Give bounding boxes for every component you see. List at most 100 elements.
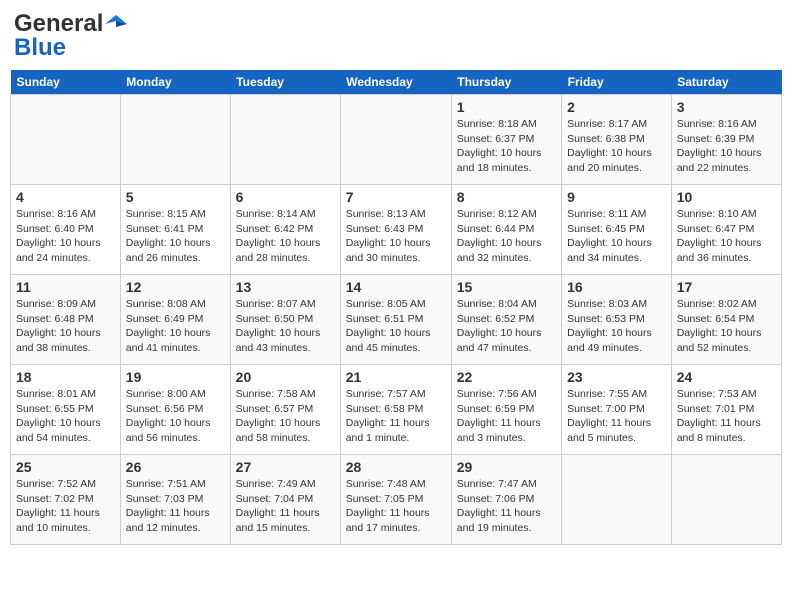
calendar-cell (230, 95, 340, 185)
day-number: 24 (677, 369, 776, 385)
day-info: Sunrise: 7:53 AM Sunset: 7:01 PM Dayligh… (677, 387, 776, 446)
column-header-thursday: Thursday (451, 70, 561, 95)
day-number: 21 (346, 369, 446, 385)
day-number: 2 (567, 99, 666, 115)
day-info: Sunrise: 8:18 AM Sunset: 6:37 PM Dayligh… (457, 117, 556, 176)
day-number: 8 (457, 189, 556, 205)
day-number: 14 (346, 279, 446, 295)
calendar-cell: 2 Sunrise: 8:17 AM Sunset: 6:38 PM Daylig… (562, 95, 672, 185)
day-info: Sunrise: 7:51 AM Sunset: 7:03 PM Dayligh… (126, 477, 225, 536)
day-number: 10 (677, 189, 776, 205)
day-number: 25 (16, 459, 115, 475)
column-header-sunday: Sunday (11, 70, 121, 95)
day-info: Sunrise: 8:15 AM Sunset: 6:41 PM Dayligh… (126, 207, 225, 266)
calendar-week-row: 25 Sunrise: 7:52 AM Sunset: 7:02 PM Dayli… (11, 455, 782, 545)
day-number: 7 (346, 189, 446, 205)
day-info: Sunrise: 8:11 AM Sunset: 6:45 PM Dayligh… (567, 207, 666, 266)
calendar-cell: 8 Sunrise: 8:12 AM Sunset: 6:44 PM Daylig… (451, 185, 561, 275)
calendar-week-row: 18 Sunrise: 8:01 AM Sunset: 6:55 PM Dayli… (11, 365, 782, 455)
logo-blue: Blue (14, 34, 66, 62)
day-number: 19 (126, 369, 225, 385)
day-info: Sunrise: 8:01 AM Sunset: 6:55 PM Dayligh… (16, 387, 115, 446)
calendar-cell: 6 Sunrise: 8:14 AM Sunset: 6:42 PM Daylig… (230, 185, 340, 275)
day-info: Sunrise: 8:04 AM Sunset: 6:52 PM Dayligh… (457, 297, 556, 356)
calendar-cell: 26 Sunrise: 7:51 AM Sunset: 7:03 PM Dayli… (120, 455, 230, 545)
day-number: 11 (16, 279, 115, 295)
calendar-week-row: 11 Sunrise: 8:09 AM Sunset: 6:48 PM Dayli… (11, 275, 782, 365)
calendar-week-row: 1 Sunrise: 8:18 AM Sunset: 6:37 PM Daylig… (11, 95, 782, 185)
day-number: 12 (126, 279, 225, 295)
day-info: Sunrise: 8:16 AM Sunset: 6:39 PM Dayligh… (677, 117, 776, 176)
calendar-cell: 10Sunrise: 8:10 AM Sunset: 6:47 PM Dayli… (671, 185, 781, 275)
day-number: 5 (126, 189, 225, 205)
day-number: 22 (457, 369, 556, 385)
page-header: General Blue (10, 10, 782, 62)
calendar-cell: 21 Sunrise: 7:57 AM Sunset: 6:58 PM Dayli… (340, 365, 451, 455)
day-number: 26 (126, 459, 225, 475)
calendar-cell: 16 Sunrise: 8:03 AM Sunset: 6:53 PM Dayli… (562, 275, 672, 365)
column-header-friday: Friday (562, 70, 672, 95)
day-number: 29 (457, 459, 556, 475)
day-info: Sunrise: 8:12 AM Sunset: 6:44 PM Dayligh… (457, 207, 556, 266)
calendar-cell: 14 Sunrise: 8:05 AM Sunset: 6:51 PM Dayli… (340, 275, 451, 365)
day-number: 27 (236, 459, 335, 475)
day-info: Sunrise: 8:07 AM Sunset: 6:50 PM Dayligh… (236, 297, 335, 356)
calendar-cell (340, 95, 451, 185)
logo: General Blue (14, 10, 127, 62)
day-info: Sunrise: 7:56 AM Sunset: 6:59 PM Dayligh… (457, 387, 556, 446)
day-number: 23 (567, 369, 666, 385)
column-header-saturday: Saturday (671, 70, 781, 95)
day-info: Sunrise: 7:48 AM Sunset: 7:05 PM Dayligh… (346, 477, 446, 536)
calendar-cell (671, 455, 781, 545)
day-info: Sunrise: 8:05 AM Sunset: 6:51 PM Dayligh… (346, 297, 446, 356)
day-number: 18 (16, 369, 115, 385)
day-info: Sunrise: 8:03 AM Sunset: 6:53 PM Dayligh… (567, 297, 666, 356)
column-header-monday: Monday (120, 70, 230, 95)
calendar-cell: 25 Sunrise: 7:52 AM Sunset: 7:02 PM Dayli… (11, 455, 121, 545)
logo-bird-icon (105, 13, 127, 35)
calendar-cell: 23Sunrise: 7:55 AM Sunset: 7:00 PM Dayli… (562, 365, 672, 455)
day-info: Sunrise: 7:57 AM Sunset: 6:58 PM Dayligh… (346, 387, 446, 446)
day-info: Sunrise: 8:14 AM Sunset: 6:42 PM Dayligh… (236, 207, 335, 266)
day-info: Sunrise: 7:52 AM Sunset: 7:02 PM Dayligh… (16, 477, 115, 536)
calendar-cell: 9 Sunrise: 8:11 AM Sunset: 6:45 PM Daylig… (562, 185, 672, 275)
day-info: Sunrise: 8:17 AM Sunset: 6:38 PM Dayligh… (567, 117, 666, 176)
day-number: 9 (567, 189, 666, 205)
day-info: Sunrise: 7:58 AM Sunset: 6:57 PM Dayligh… (236, 387, 335, 446)
day-number: 20 (236, 369, 335, 385)
calendar-cell: 17 Sunrise: 8:02 AM Sunset: 6:54 PM Dayli… (671, 275, 781, 365)
calendar-cell: 29 Sunrise: 7:47 AM Sunset: 7:06 PM Dayli… (451, 455, 561, 545)
calendar-cell (562, 455, 672, 545)
calendar-cell (11, 95, 121, 185)
calendar-cell: 19 Sunrise: 8:00 AM Sunset: 6:56 PM Dayli… (120, 365, 230, 455)
day-info: Sunrise: 8:00 AM Sunset: 6:56 PM Dayligh… (126, 387, 225, 446)
day-info: Sunrise: 8:09 AM Sunset: 6:48 PM Dayligh… (16, 297, 115, 356)
day-number: 1 (457, 99, 556, 115)
calendar-cell: 20 Sunrise: 7:58 AM Sunset: 6:57 PM Dayli… (230, 365, 340, 455)
calendar-cell: 1 Sunrise: 8:18 AM Sunset: 6:37 PM Daylig… (451, 95, 561, 185)
calendar-cell: 28Sunrise: 7:48 AM Sunset: 7:05 PM Dayli… (340, 455, 451, 545)
calendar-cell: 12 Sunrise: 8:08 AM Sunset: 6:49 PM Dayli… (120, 275, 230, 365)
day-number: 13 (236, 279, 335, 295)
day-number: 4 (16, 189, 115, 205)
calendar-cell: 22 Sunrise: 7:56 AM Sunset: 6:59 PM Dayli… (451, 365, 561, 455)
day-number: 3 (677, 99, 776, 115)
calendar-cell: 15Sunrise: 8:04 AM Sunset: 6:52 PM Dayli… (451, 275, 561, 365)
day-info: Sunrise: 8:13 AM Sunset: 6:43 PM Dayligh… (346, 207, 446, 266)
day-info: Sunrise: 7:47 AM Sunset: 7:06 PM Dayligh… (457, 477, 556, 536)
calendar-cell: 5 Sunrise: 8:15 AM Sunset: 6:41 PM Daylig… (120, 185, 230, 275)
day-info: Sunrise: 8:08 AM Sunset: 6:49 PM Dayligh… (126, 297, 225, 356)
column-header-wednesday: Wednesday (340, 70, 451, 95)
calendar-cell: 18 Sunrise: 8:01 AM Sunset: 6:55 PM Dayli… (11, 365, 121, 455)
calendar-week-row: 4Sunrise: 8:16 AM Sunset: 6:40 PM Daylig… (11, 185, 782, 275)
calendar-cell: 24 Sunrise: 7:53 AM Sunset: 7:01 PM Dayli… (671, 365, 781, 455)
calendar-cell: 13 Sunrise: 8:07 AM Sunset: 6:50 PM Dayli… (230, 275, 340, 365)
day-info: Sunrise: 8:02 AM Sunset: 6:54 PM Dayligh… (677, 297, 776, 356)
day-info: Sunrise: 7:49 AM Sunset: 7:04 PM Dayligh… (236, 477, 335, 536)
calendar-cell (120, 95, 230, 185)
day-number: 16 (567, 279, 666, 295)
day-number: 6 (236, 189, 335, 205)
calendar-cell: 4Sunrise: 8:16 AM Sunset: 6:40 PM Daylig… (11, 185, 121, 275)
day-number: 17 (677, 279, 776, 295)
calendar-cell: 7 Sunrise: 8:13 AM Sunset: 6:43 PM Daylig… (340, 185, 451, 275)
